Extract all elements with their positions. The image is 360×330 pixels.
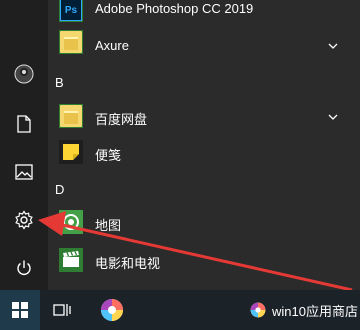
taskbar-app-store-label: win10应用商店 [272, 303, 358, 319]
task-view-icon [53, 304, 71, 316]
taskbar-app-pinned[interactable] [96, 290, 128, 330]
task-view-button[interactable] [50, 290, 74, 330]
taskbar-app-store[interactable]: win10应用商店 [250, 290, 358, 330]
start-button[interactable] [0, 290, 40, 330]
app-store-icon [250, 302, 266, 318]
annotation-arrow [38, 211, 353, 292]
windows-logo-icon [12, 302, 28, 318]
pinwheel-app-icon [101, 299, 123, 321]
taskbar: win10应用商店 [0, 290, 360, 330]
